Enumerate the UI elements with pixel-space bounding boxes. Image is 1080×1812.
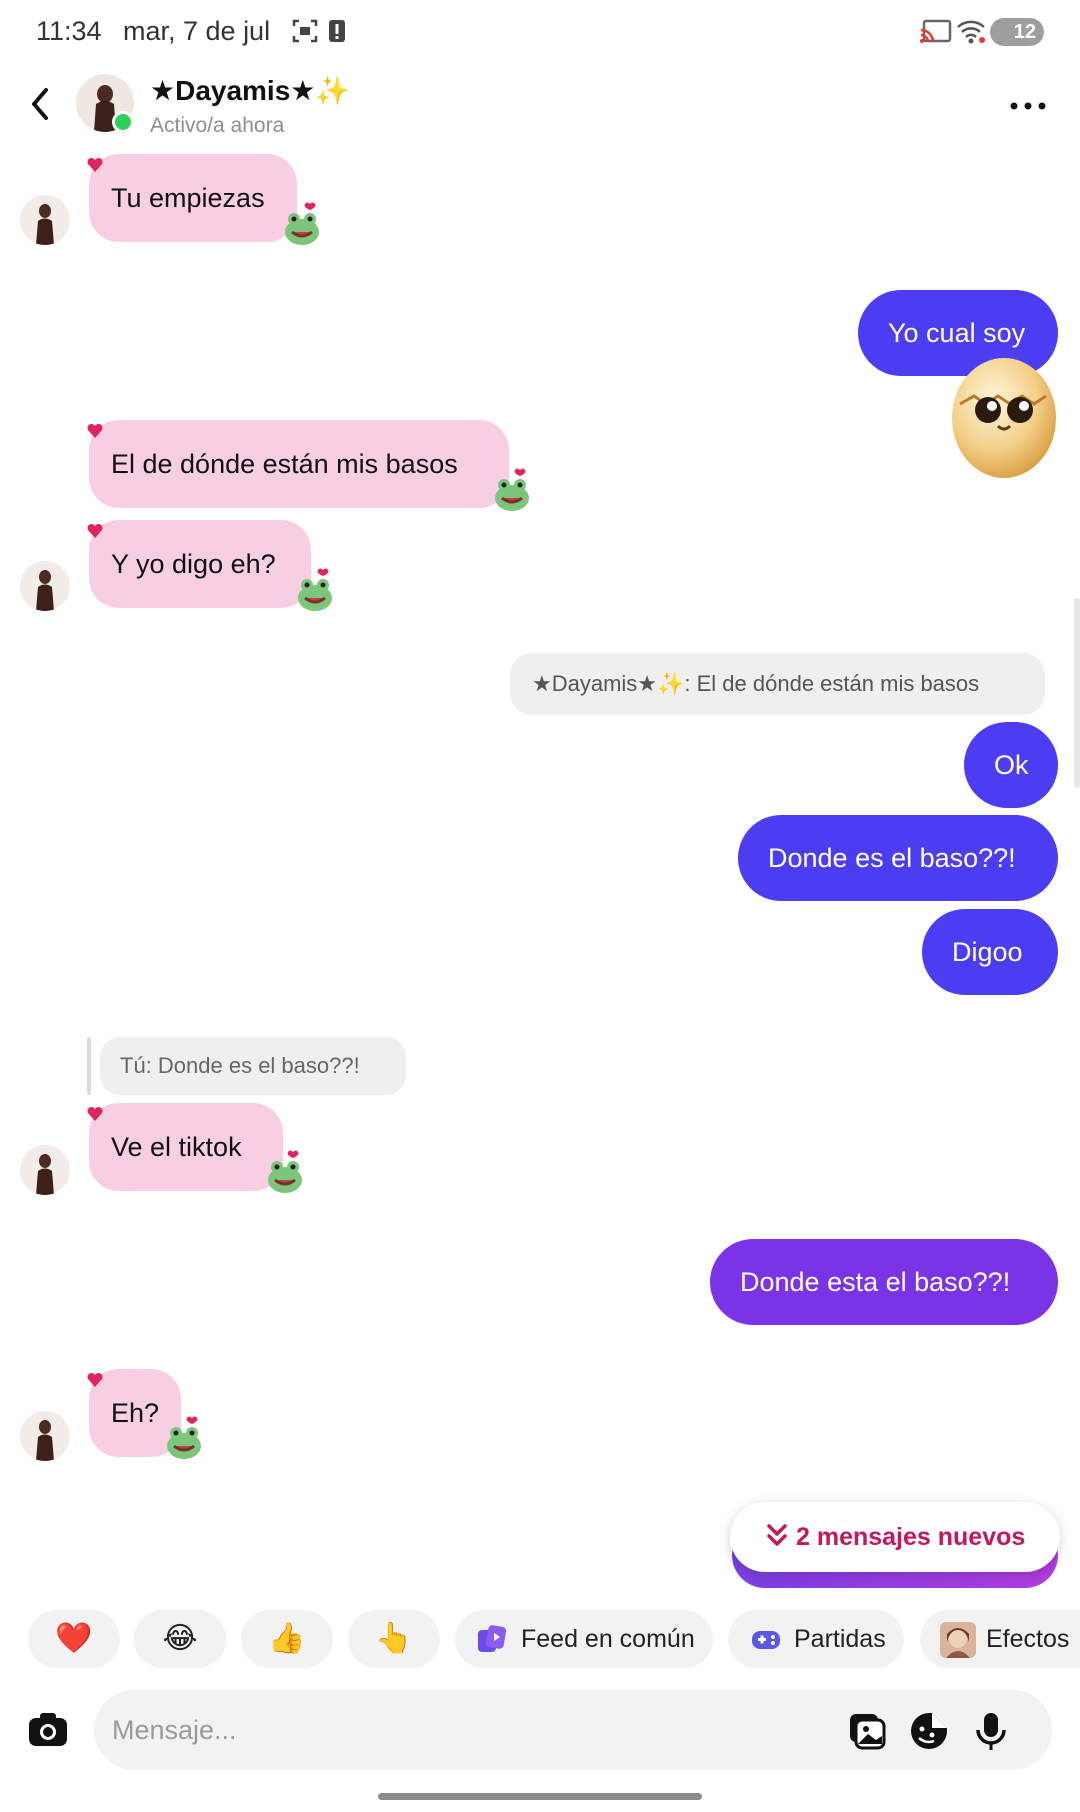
gamepad-icon (752, 1631, 780, 1649)
heart-reaction-icon (87, 1106, 103, 1121)
message-bubble[interactable]: El de dónde están mis basos (89, 420, 509, 508)
sender-avatar[interactable] (20, 1411, 70, 1461)
message-bubble[interactable]: Ve el tiktok (89, 1103, 283, 1191)
frog-sticker-icon (298, 568, 332, 611)
reply-quote[interactable]: Tú: Donde es el baso??! (100, 1037, 406, 1095)
message-bubble[interactable]: Y yo digo eh? (89, 520, 311, 608)
home-indicator[interactable] (378, 1793, 702, 1800)
partidas-label: Partidas (794, 1625, 886, 1653)
message-bubble[interactable]: Donde esta el baso??! (710, 1239, 1058, 1325)
chevrons-down-icon (767, 1524, 787, 1546)
online-indicator (112, 111, 134, 133)
reply-indicator-bar (87, 1037, 91, 1095)
screenshot-icon (292, 19, 318, 43)
frog-sticker-icon (167, 1416, 201, 1459)
cards-icon (478, 1625, 507, 1652)
frog-sticker-icon (495, 468, 529, 511)
status-date: mar, 7 de jul (123, 16, 271, 46)
message-bubble[interactable]: Digoo (922, 909, 1058, 995)
more-options-icon[interactable] (1008, 96, 1048, 116)
back-arrow-icon[interactable] (22, 82, 58, 126)
status-time: 11:34 (36, 16, 102, 46)
camera-icon[interactable] (26, 1708, 70, 1752)
heart-reaction-icon (87, 523, 103, 538)
contact-status: Activo/a ahora (150, 114, 285, 137)
effects-thumbnail-icon (940, 1622, 976, 1658)
microphone-icon[interactable] (970, 1710, 1012, 1752)
sender-avatar[interactable] (20, 195, 70, 245)
message-bubble[interactable]: Tu empiezas (89, 154, 297, 242)
feed-comun-label: Feed en común (521, 1625, 695, 1653)
battery-level: 12 (990, 18, 1044, 46)
message-bubble[interactable]: Donde es el baso??! (738, 815, 1058, 901)
heart-reaction-icon (87, 423, 103, 438)
chat-header: ★Dayamis★✨ Activo/a ahora (0, 66, 1080, 148)
reply-quote[interactable]: ★Dayamis★✨: El de dónde están mis basos (510, 653, 1045, 715)
cast-icon (920, 19, 952, 43)
sender-avatar[interactable] (20, 1145, 70, 1195)
message-composer (94, 1690, 1052, 1770)
efectos-label: Efectos (986, 1625, 1070, 1653)
gallery-icon[interactable] (846, 1710, 888, 1752)
alert-icon (329, 20, 345, 42)
scrollbar[interactable] (1074, 598, 1080, 788)
quick-reaction-point-up[interactable]: 👆 (348, 1610, 440, 1668)
message-bubble[interactable]: Ok (964, 722, 1058, 808)
quick-reaction-thumbs-up[interactable]: 👍 (241, 1610, 333, 1668)
wifi-icon (957, 20, 985, 44)
egg-sticker-icon (952, 358, 1056, 478)
heart-reaction-icon (87, 157, 103, 172)
message-input[interactable] (112, 1690, 712, 1770)
status-bar: 11:34 mar, 7 de jul 12 (0, 0, 1080, 62)
quick-reaction-laugh[interactable]: 😂 (134, 1610, 226, 1668)
sticker-icon[interactable] (908, 1710, 950, 1752)
contact-name[interactable]: ★Dayamis★✨ (150, 74, 350, 107)
frog-sticker-icon (268, 1150, 302, 1193)
new-messages-label: 2 mensajes nuevos (796, 1523, 1026, 1551)
sender-avatar[interactable] (20, 561, 70, 611)
heart-reaction-icon (87, 1372, 103, 1387)
frog-sticker-icon (285, 202, 319, 245)
quick-reaction-heart[interactable]: ❤️ (28, 1610, 120, 1668)
